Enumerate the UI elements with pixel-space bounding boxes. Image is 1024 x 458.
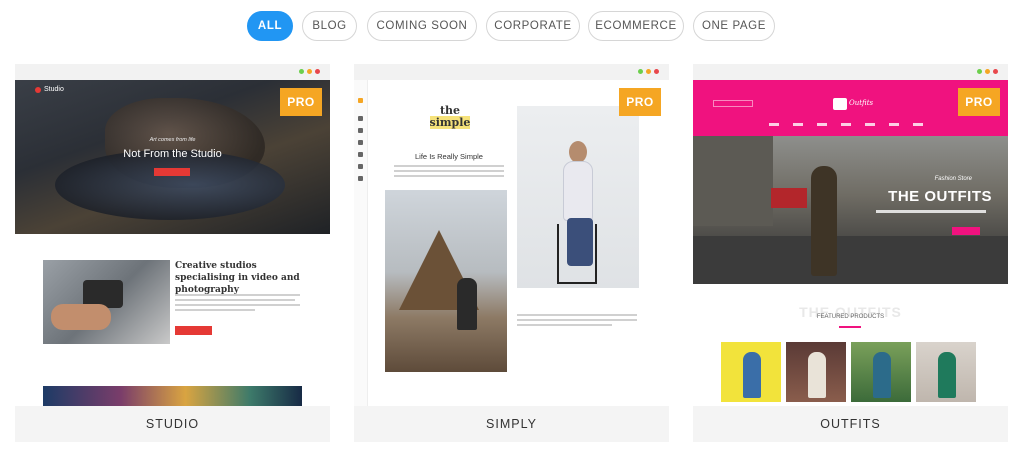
browser-chrome — [15, 64, 330, 80]
sidebar-icon — [358, 128, 363, 133]
outfits-logo-text: Outfits — [849, 99, 874, 107]
nav-item — [913, 123, 923, 126]
body-shape — [563, 161, 593, 221]
arm-shape — [51, 304, 111, 330]
outfits-logo-icon — [833, 98, 847, 110]
browser-chrome — [354, 64, 669, 80]
studio-section-heading: Creative studios specialising in video a… — [175, 261, 300, 296]
product-figure — [938, 352, 956, 398]
nav-item — [769, 123, 779, 126]
simply-photo-wood — [385, 190, 507, 372]
dot-orange-icon — [307, 69, 312, 74]
filter-coming-soon[interactable]: COMING SOON — [367, 11, 477, 41]
building-shape — [693, 136, 773, 226]
nav-item — [889, 123, 899, 126]
window-dots — [638, 69, 659, 74]
product-thumb — [851, 342, 911, 402]
simply-sidebar — [354, 80, 368, 406]
outfits-nav — [769, 123, 949, 126]
browser-chrome — [693, 64, 1008, 80]
studio-logo: Studio — [35, 86, 64, 93]
window-dots — [299, 69, 320, 74]
studio-hero-title: Not From the Studio — [123, 148, 222, 160]
sidebar-icon — [358, 140, 363, 145]
text-line — [175, 309, 255, 311]
studio-hero-button — [154, 168, 190, 176]
nav-item — [841, 123, 851, 126]
studio-section-button — [175, 326, 212, 335]
sidebar-icon — [358, 164, 363, 169]
outfits-hero-description — [876, 210, 986, 213]
outfits-hero-subtitle: Fashion Store — [934, 176, 972, 182]
dot-orange-icon — [646, 69, 651, 74]
simply-logo: the simple — [428, 105, 472, 129]
hero-figure-shape — [55, 150, 285, 220]
pro-badge: PRO — [958, 88, 1000, 116]
card-title: OUTFITS — [693, 406, 1008, 442]
model-shape — [811, 166, 837, 276]
window-dots — [977, 69, 998, 74]
filter-corporate[interactable]: CORPORATE — [486, 11, 580, 41]
outfits-hero-title: THE OUTFITS — [888, 188, 992, 205]
dot-green-icon — [299, 69, 304, 74]
bus-shape — [771, 188, 807, 208]
simply-photo-woman — [517, 106, 639, 288]
theme-card-studio[interactable]: Studio Art comes from life Not From the … — [15, 64, 330, 442]
dot-green-icon — [977, 69, 982, 74]
outfits-section-title: FEATURED PRODUCTS — [816, 314, 885, 320]
filter-blog[interactable]: BLOG — [302, 11, 357, 41]
dot-red-icon — [654, 69, 659, 74]
filter-ecommerce[interactable]: ECOMMERCE — [588, 11, 684, 41]
studio-gallery-strip — [43, 386, 302, 406]
product-thumb — [786, 342, 846, 402]
sidebar-icon — [358, 176, 363, 181]
product-thumb — [916, 342, 976, 402]
text-line — [517, 319, 637, 321]
card-title: SIMPLY — [354, 406, 669, 442]
filter-all[interactable]: ALL — [247, 11, 293, 41]
text-line — [175, 294, 300, 296]
studio-logo-text: Studio — [44, 86, 64, 93]
card-title: STUDIO — [15, 406, 330, 442]
chair-shape — [557, 224, 597, 284]
text-line — [175, 304, 300, 306]
studio-tagline: Art comes from life — [149, 137, 196, 143]
logo-dot-icon — [35, 86, 41, 93]
nav-item — [865, 123, 875, 126]
sidebar-icon — [358, 116, 363, 121]
product-figure — [873, 352, 891, 398]
text-line — [517, 314, 637, 316]
filter-bar: ALL BLOG COMING SOON CORPORATE ECOMMERCE… — [0, 11, 1024, 41]
outfits-search-box — [713, 100, 753, 107]
dot-red-icon — [315, 69, 320, 74]
nav-item — [793, 123, 803, 126]
road-shape — [693, 236, 1008, 284]
studio-camera-image — [43, 260, 170, 344]
text-line — [394, 175, 504, 177]
sidebar-icon — [358, 152, 363, 157]
person-shape — [457, 278, 477, 330]
dot-orange-icon — [985, 69, 990, 74]
product-figure — [808, 352, 826, 398]
simply-heading: Life Is Really Simple — [415, 152, 483, 161]
product-thumb — [721, 342, 781, 402]
logo-line: simple — [429, 116, 471, 129]
text-line — [517, 324, 612, 326]
section-underline — [839, 326, 861, 328]
theme-card-simply[interactable]: the simple Life Is Really Simple PRO SIM… — [354, 64, 669, 442]
filter-one-page[interactable]: ONE PAGE — [693, 11, 775, 41]
text-line — [394, 170, 504, 172]
outfits-hero-button — [952, 227, 980, 235]
sidebar-icon — [358, 98, 363, 103]
pro-badge: PRO — [280, 88, 322, 116]
text-line — [175, 299, 295, 301]
head-shape — [569, 141, 587, 163]
text-line — [394, 165, 504, 167]
pro-badge: PRO — [619, 88, 661, 116]
theme-card-outfits[interactable]: Outfits Fashion Store THE OUTFITS THE OU… — [693, 64, 1008, 442]
product-figure — [743, 352, 761, 398]
dot-green-icon — [638, 69, 643, 74]
nav-item — [817, 123, 827, 126]
dot-red-icon — [993, 69, 998, 74]
